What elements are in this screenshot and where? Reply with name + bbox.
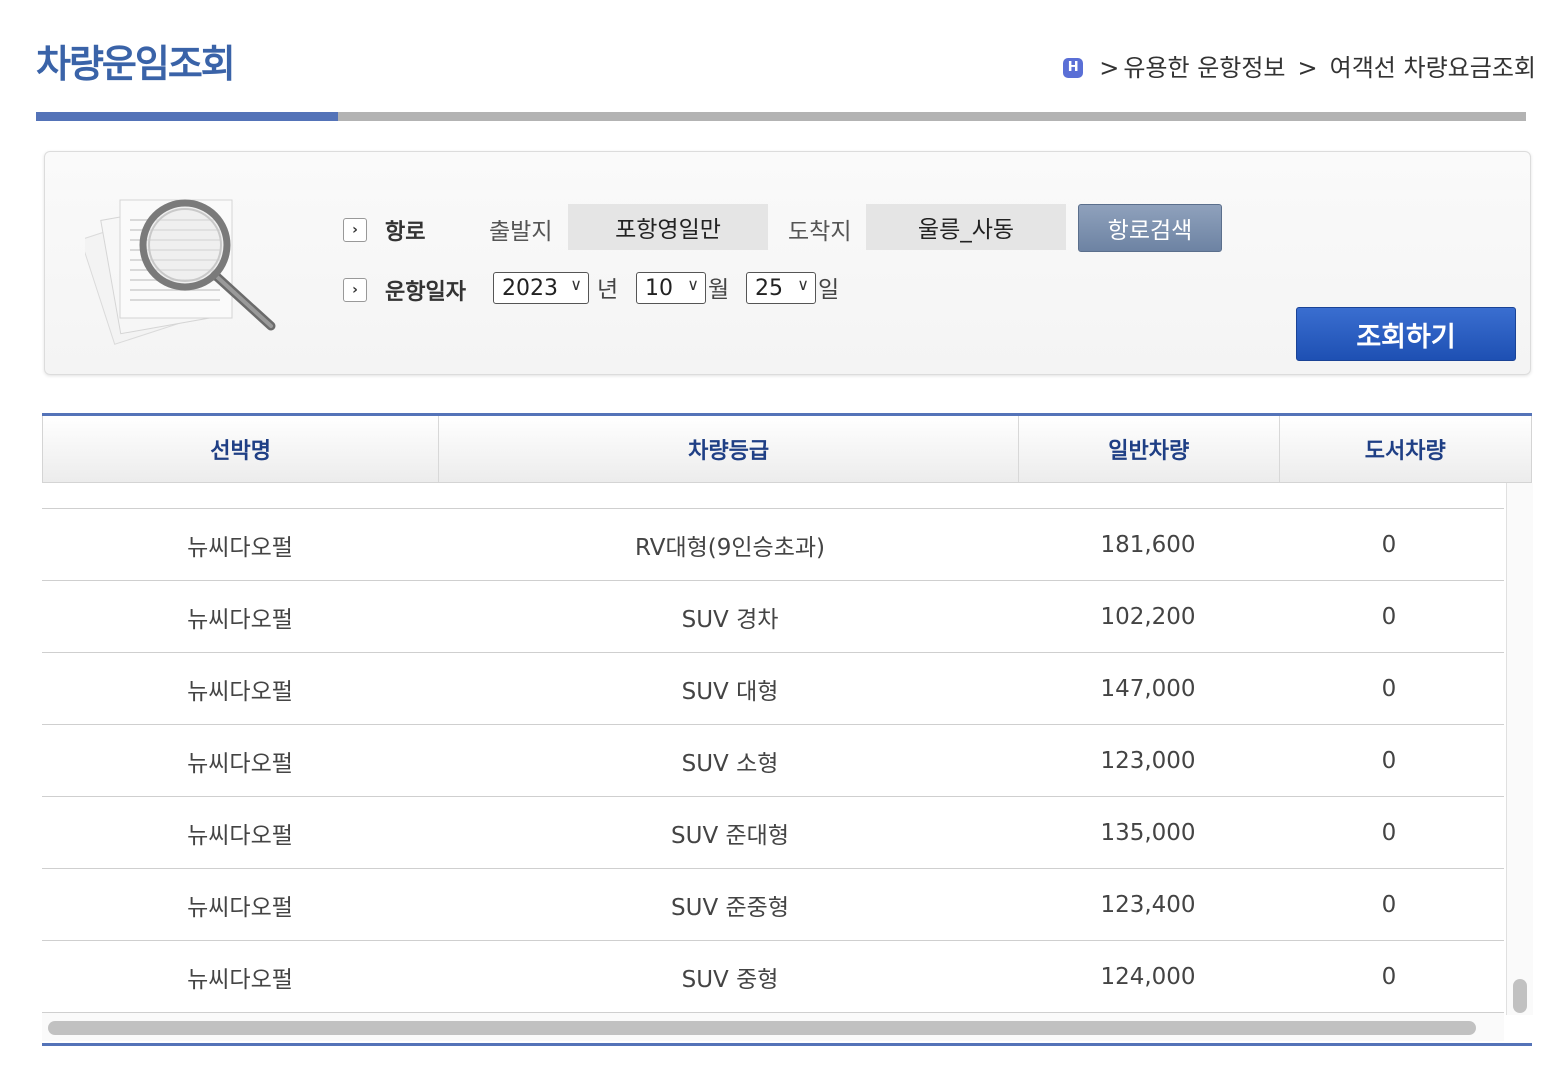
table-row: 뉴씨다오펄 SUV 중형 124,000 0: [42, 941, 1504, 1013]
cell-general-fare: 123,400: [1100, 891, 1196, 918]
header-general-vehicle: 일반차량: [1018, 416, 1278, 482]
cell-general-fare: 102,200: [1100, 603, 1196, 630]
cell-general-fare: 181,600: [1100, 531, 1196, 558]
breadcrumb-separator: >: [1099, 54, 1120, 82]
day-unit: 일: [818, 277, 840, 303]
horizontal-scrollbar-thumb[interactable]: [48, 1021, 1476, 1035]
route-label: 항로: [385, 220, 426, 245]
table-row: 뉴씨다오펄 SUV 경차 102,200 0: [42, 581, 1504, 653]
chevron-right-icon: ›: [343, 278, 367, 302]
cell-general-fare: 124,000: [1100, 963, 1196, 990]
cell-ship-name: 뉴씨다오펄: [187, 750, 293, 777]
cell-vehicle-grade: RV대형(9인승초과): [635, 534, 825, 561]
title-underline-accent: [36, 112, 338, 121]
table-row: 뉴씨다오펄 SUV 소형 123,000 0: [42, 725, 1504, 797]
cell-general-fare: 123,000: [1100, 747, 1196, 774]
cell-ship-name: 뉴씨다오펄: [187, 966, 293, 993]
table-header: 선박명 차량등급 일반차량 도서차량: [42, 416, 1532, 483]
cell-island-fare: 0: [1381, 603, 1397, 630]
month-select-value: 10: [645, 275, 673, 301]
table-row: 뉴씨다오펄 RV대형(9인승초과) 181,600 0: [42, 509, 1504, 581]
cell-island-fare: 0: [1381, 819, 1397, 846]
header-island-vehicle: 도서차량: [1278, 416, 1531, 482]
day-select[interactable]: 25 ∨: [746, 272, 816, 304]
table-row: 뉴씨다오펄 SUV 준중형 123,400 0: [42, 869, 1504, 941]
year-unit: 년: [597, 277, 619, 303]
cell-vehicle-grade: SUV 준중형: [671, 894, 789, 921]
search-panel: › 항로 출발지 포항영일만 도착지 울릉_사동 항로검색 › 운항일자 202…: [44, 151, 1531, 375]
cell-vehicle-grade: SUV 준대형: [671, 822, 789, 849]
arrival-label: 도착지: [788, 219, 852, 245]
breadcrumb-separator: >: [1297, 54, 1318, 82]
chevron-down-icon: ∨: [687, 275, 699, 294]
departure-field[interactable]: 포항영일만: [568, 204, 768, 250]
cell-island-fare: 0: [1381, 963, 1397, 990]
page-title: 차량운임조회: [36, 42, 236, 86]
chevron-right-icon: ›: [343, 218, 367, 242]
cell-island-fare: 0: [1381, 531, 1397, 558]
table-row: 뉴씨다오펄 SUV 준대형 135,000 0: [42, 797, 1504, 869]
cell-general-fare: 135,000: [1100, 819, 1196, 846]
cell-vehicle-grade: SUV 대형: [681, 678, 779, 705]
table-body[interactable]: 뉴씨다오펄 RV대형(9인승초과) 181,600 0 뉴씨다오펄 SUV 경차…: [42, 483, 1504, 1013]
cell-ship-name: 뉴씨다오펄: [187, 606, 293, 633]
breadcrumb-section[interactable]: 유용한 운항정보: [1123, 50, 1285, 86]
cell-ship-name: 뉴씨다오펄: [187, 894, 293, 921]
cell-vehicle-grade: SUV 경차: [681, 606, 779, 633]
cell-vehicle-grade: SUV 중형: [681, 966, 779, 993]
cell-island-fare: 0: [1381, 747, 1397, 774]
cell-island-fare: 0: [1381, 675, 1397, 702]
day-select-value: 25: [755, 275, 783, 301]
cell-ship-name: 뉴씨다오펄: [187, 678, 293, 705]
vertical-scrollbar[interactable]: [1506, 483, 1533, 1015]
chevron-down-icon: ∨: [570, 275, 582, 294]
horizontal-scrollbar[interactable]: [42, 1013, 1504, 1041]
fare-table: 선박명 차량등급 일반차량 도서차량 뉴씨다오펄 RV대형(9인승초과) 181…: [42, 413, 1533, 1046]
year-select-value: 2023: [502, 275, 558, 301]
breadcrumb-current: 여객선 차량요금조회: [1329, 54, 1536, 82]
departure-label: 출발지: [489, 219, 553, 245]
query-button[interactable]: 조회하기: [1296, 307, 1516, 361]
date-row-label: › 운항일자: [343, 274, 466, 306]
magnifier-document-icon: [85, 199, 276, 345]
vertical-scrollbar-thumb[interactable]: [1513, 979, 1527, 1013]
cell-general-fare: 147,000: [1100, 675, 1196, 702]
breadcrumb: H > 유용한 운항정보 > 여객선 차량요금조회: [1063, 50, 1536, 86]
home-icon[interactable]: H: [1063, 58, 1084, 78]
month-unit: 월: [708, 277, 730, 303]
cell-ship-name: 뉴씨다오펄: [187, 534, 293, 561]
month-select[interactable]: 10 ∨: [636, 272, 706, 304]
date-label: 운항일자: [385, 280, 466, 305]
header-ship-name: 선박명: [210, 439, 271, 464]
cell-island-fare: 0: [1381, 891, 1397, 918]
cell-vehicle-grade: SUV 소형: [681, 750, 779, 777]
title-underline: [36, 112, 1526, 121]
route-row-label: › 항로: [343, 214, 425, 246]
cell-ship-name: 뉴씨다오펄: [187, 822, 293, 849]
table-bottom-border: [42, 1043, 1532, 1046]
header-vehicle-grade: 차량등급: [438, 416, 1018, 482]
arrival-field[interactable]: 울릉_사동: [866, 204, 1066, 250]
route-search-button[interactable]: 항로검색: [1078, 204, 1222, 252]
year-select[interactable]: 2023 ∨: [493, 272, 589, 304]
chevron-down-icon: ∨: [797, 275, 809, 294]
table-row: 뉴씨다오펄 SUV 대형 147,000 0: [42, 653, 1504, 725]
